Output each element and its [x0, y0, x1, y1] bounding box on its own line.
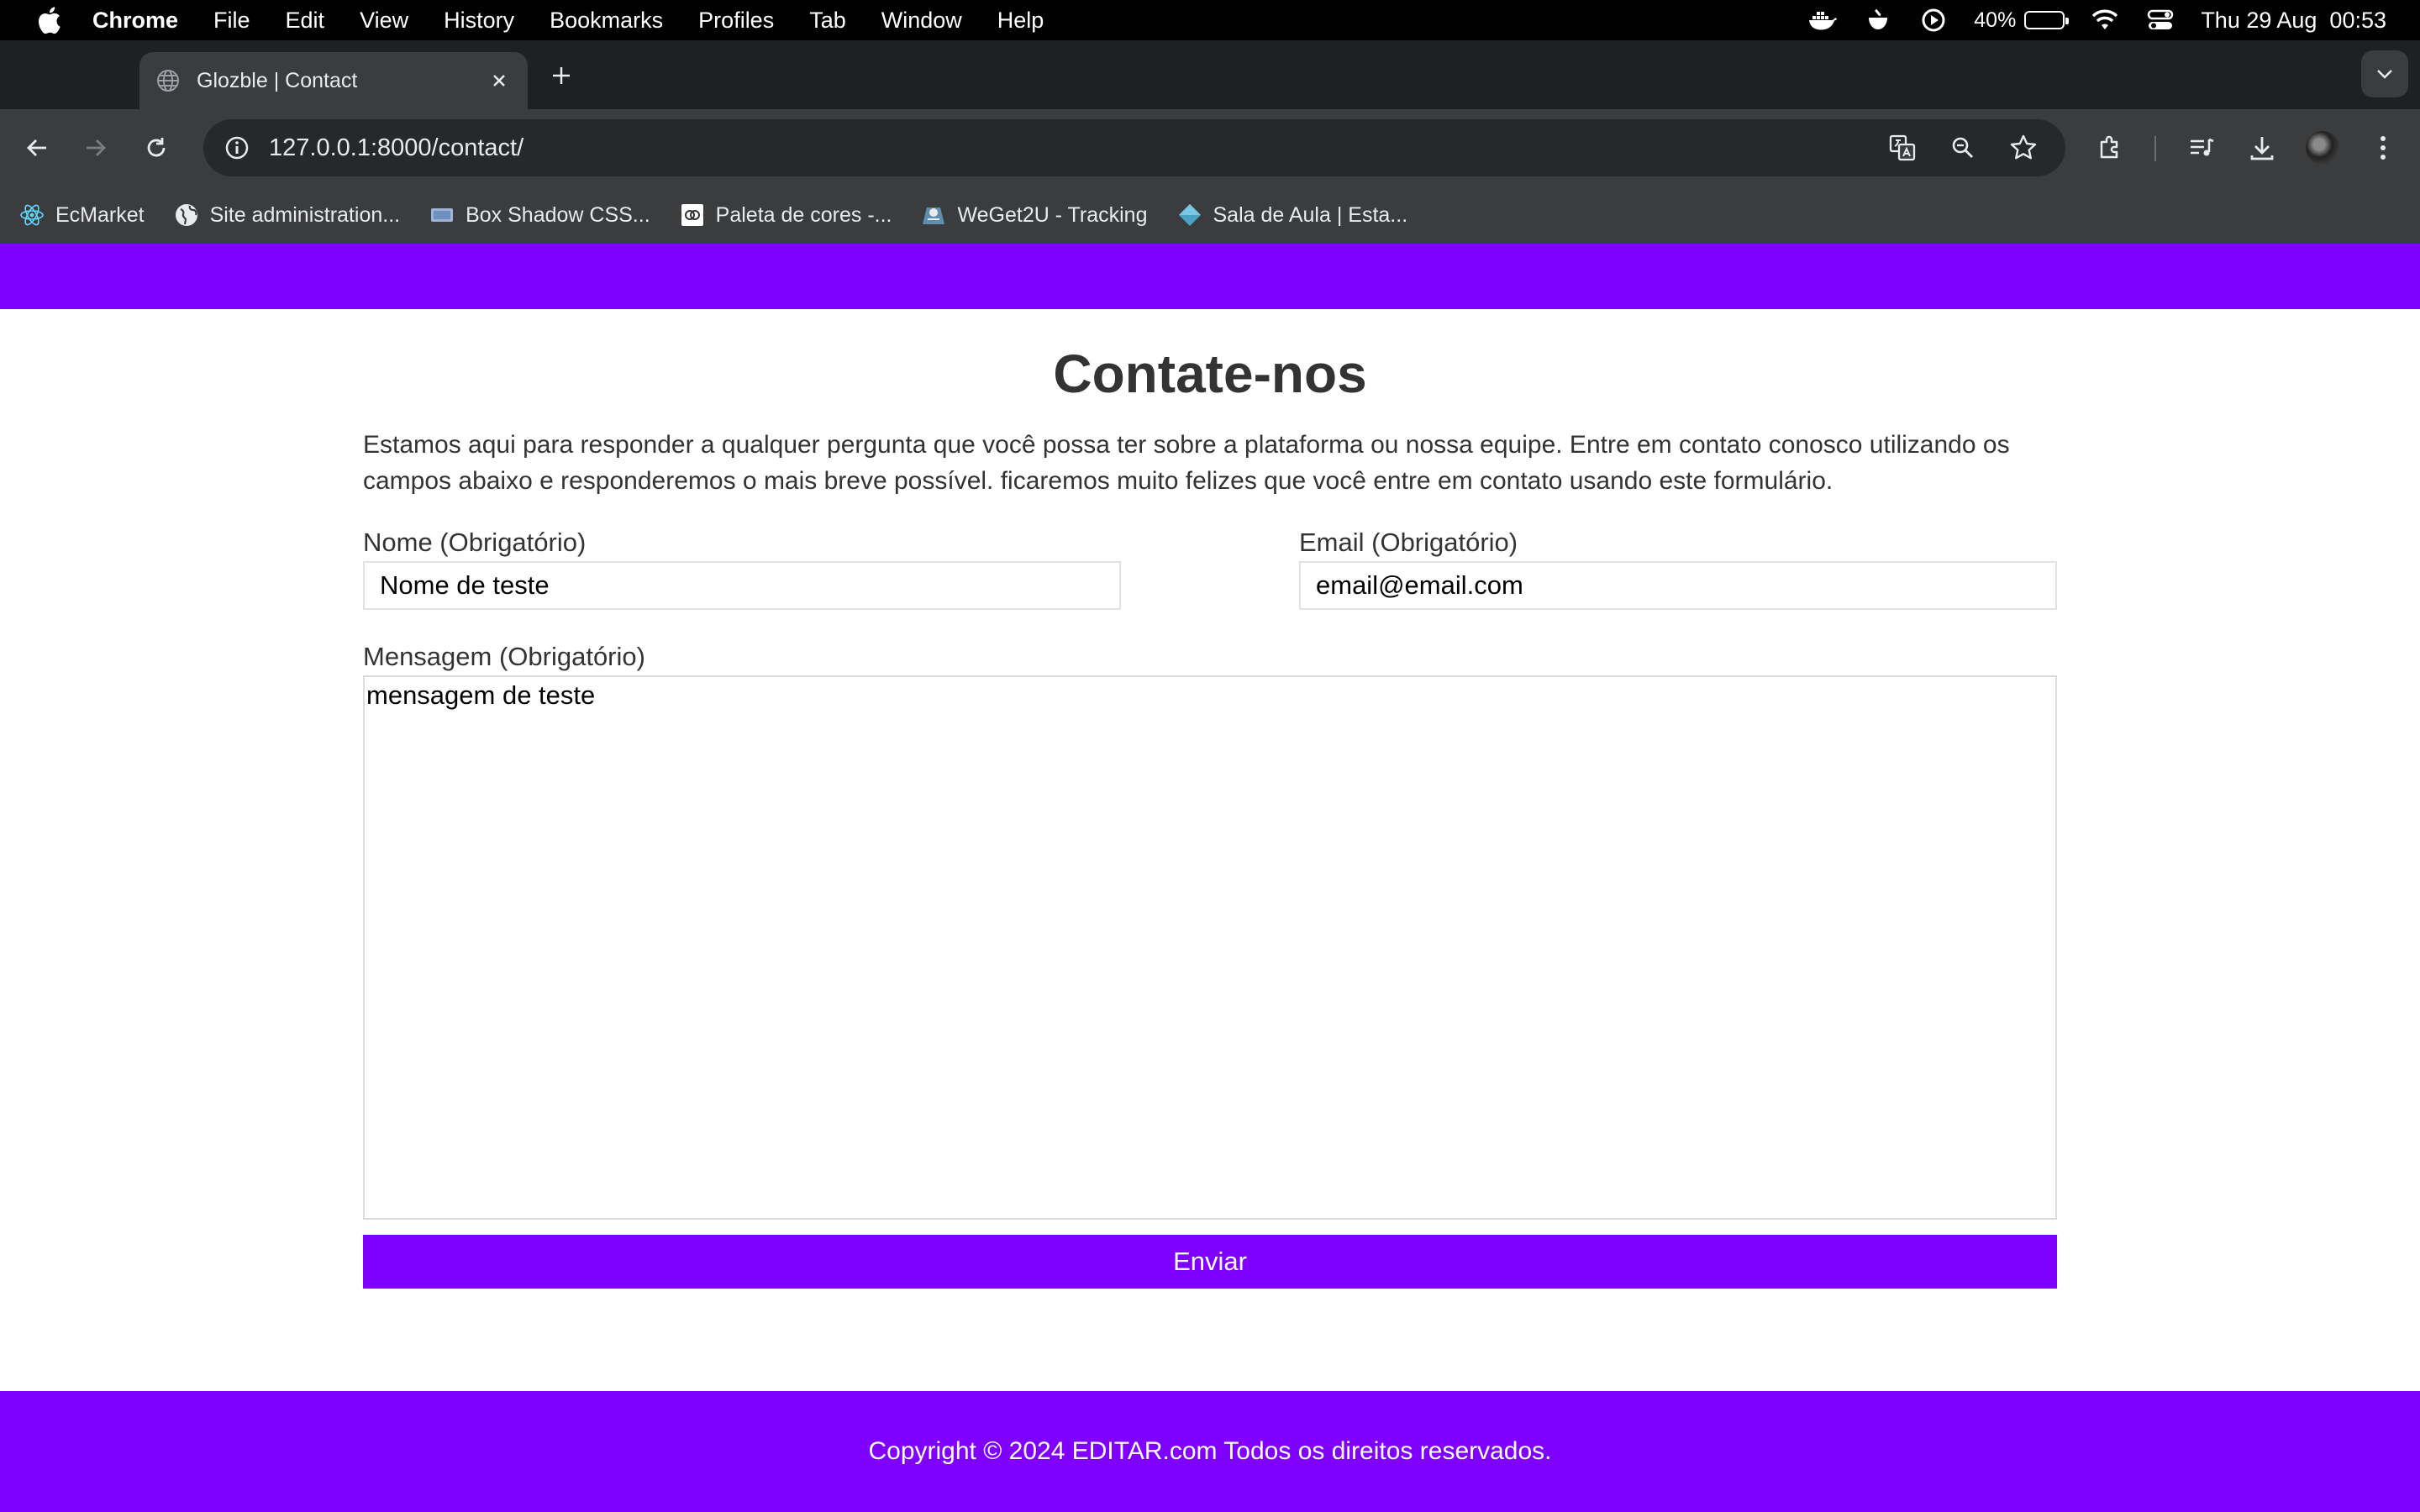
forward-button[interactable]	[76, 128, 116, 168]
menu-history[interactable]: History	[444, 8, 514, 34]
control-center-icon[interactable]	[2145, 5, 2175, 35]
tab-strip: Glozble | Contact	[0, 40, 2420, 109]
bookmarks-bar: EcMarket Site administration... Box Shad…	[0, 186, 2420, 244]
back-button[interactable]	[17, 128, 57, 168]
tab-search-button[interactable]	[2361, 50, 2408, 97]
menu-kebab-icon[interactable]	[2363, 128, 2403, 168]
name-label: Nome (Obrigatório)	[363, 528, 587, 558]
bookmark-site-admin[interactable]: Site administration...	[173, 202, 401, 228]
bookmark-label: Box Shadow CSS...	[466, 202, 650, 227]
web-page: Contate-nos Estamos aqui para responder …	[0, 244, 2420, 1512]
box-icon	[429, 202, 455, 228]
status-area: 40% Thu 29 Aug 00:53	[1807, 0, 2386, 40]
battery-percent: 40%	[1974, 8, 2017, 32]
site-info-icon[interactable]	[220, 131, 254, 165]
menu-app-chrome[interactable]: Chrome	[92, 8, 178, 34]
apple-icon[interactable]	[34, 5, 64, 35]
bookmark-label: Site administration...	[209, 202, 401, 227]
wifi-icon[interactable]	[2090, 5, 2120, 35]
new-tab-button[interactable]	[544, 59, 578, 92]
profile-avatar[interactable]	[2302, 128, 2343, 168]
intro-text: Estamos aqui para responder a qualquer p…	[363, 431, 2010, 496]
macos-menubar: Chrome File Edit View History Bookmarks …	[0, 0, 2420, 40]
menu-file[interactable]: File	[213, 8, 250, 34]
message-label: Mensagem (Obrigatório)	[363, 642, 645, 672]
react-icon	[18, 202, 45, 228]
play-circle-icon[interactable]	[1918, 5, 1949, 35]
menu-view[interactable]: View	[360, 8, 408, 34]
message-textarea[interactable]: mensagem de teste	[363, 675, 2057, 1221]
bookmark-weget2u[interactable]: WeGet2U - Tracking	[920, 202, 1148, 228]
email-field-group: Email (Obrigatório) email@email.com	[1299, 528, 2057, 611]
page-title: Contate-nos	[1053, 344, 1367, 404]
download-icon[interactable]	[2242, 128, 2282, 168]
diamond-icon	[1176, 202, 1203, 228]
bookmark-paleta[interactable]: Paleta de cores -...	[679, 202, 892, 228]
address-bar[interactable]: 127.0.0.1:8000/contact/	[203, 119, 2065, 176]
menu-profiles[interactable]: Profiles	[698, 8, 774, 34]
contact-container: Contate-nos Estamos aqui para responder …	[363, 344, 2057, 1289]
menu-tab[interactable]: Tab	[809, 8, 846, 34]
bookmark-sala-de-aula[interactable]: Sala de Aula | Esta...	[1176, 202, 1408, 228]
clock[interactable]: Thu 29 Aug 00:53	[2201, 8, 2386, 34]
name-field-group: Nome (Obrigatório) Nome de teste	[363, 528, 1121, 611]
footer: Copyright © 2024 EDITAR.com Todos os dir…	[0, 1391, 2420, 1512]
email-label: Email (Obrigatório)	[1299, 528, 1518, 558]
name-input[interactable]: Nome de teste	[363, 561, 1121, 611]
tab-title: Glozble | Contact	[197, 68, 358, 92]
cup-icon[interactable]	[1863, 5, 1893, 35]
menu-bookmarks[interactable]: Bookmarks	[550, 8, 663, 34]
contact-fields-row: Nome (Obrigatório) Nome de teste Email (…	[363, 528, 2057, 611]
url-text[interactable]: 127.0.0.1:8000/contact/	[269, 134, 523, 162]
media-controls-icon[interactable]	[2181, 128, 2222, 168]
toolbar-separator	[2154, 136, 2156, 161]
bookmark-label: EcMarket	[55, 202, 145, 227]
menu-window[interactable]: Window	[881, 8, 962, 34]
extensions-icon[interactable]	[2091, 128, 2131, 168]
zoom-icon[interactable]	[1943, 128, 1983, 168]
tracking-icon	[920, 202, 947, 228]
reload-button[interactable]	[136, 128, 176, 168]
bookmark-label: Sala de Aula | Esta...	[1213, 202, 1408, 227]
copyright-text: Copyright © 2024 EDITAR.com Todos os dir…	[868, 1437, 1552, 1465]
submit-button[interactable]: Enviar	[363, 1235, 2057, 1289]
menu-help[interactable]: Help	[997, 8, 1044, 34]
email-input[interactable]: email@email.com	[1299, 561, 2057, 611]
battery-status[interactable]: 40%	[1974, 8, 2070, 33]
close-icon[interactable]	[486, 67, 513, 94]
menu-edit[interactable]: Edit	[286, 8, 325, 34]
bookmark-star-icon[interactable]	[2003, 128, 2044, 168]
avatar	[2306, 131, 2339, 165]
bookmark-label: WeGet2U - Tracking	[957, 202, 1148, 227]
translate-icon[interactable]	[1882, 128, 1923, 168]
browser-toolbar: 127.0.0.1:8000/contact/	[0, 109, 2420, 186]
header-band	[0, 244, 2420, 309]
globe-icon	[173, 202, 200, 228]
tab-active[interactable]: Glozble | Contact	[139, 52, 528, 109]
message-field-group: Mensagem (Obrigatório) mensagem de teste	[363, 642, 2057, 1221]
bookmark-box-shadow[interactable]: Box Shadow CSS...	[429, 202, 650, 228]
globe-icon	[155, 67, 182, 94]
battery-icon	[2024, 11, 2070, 29]
docker-icon[interactable]	[1807, 5, 1838, 35]
bookmark-ecmarket[interactable]: EcMarket	[18, 202, 145, 228]
palette-icon	[679, 202, 706, 228]
bookmark-label: Paleta de cores -...	[715, 202, 892, 227]
